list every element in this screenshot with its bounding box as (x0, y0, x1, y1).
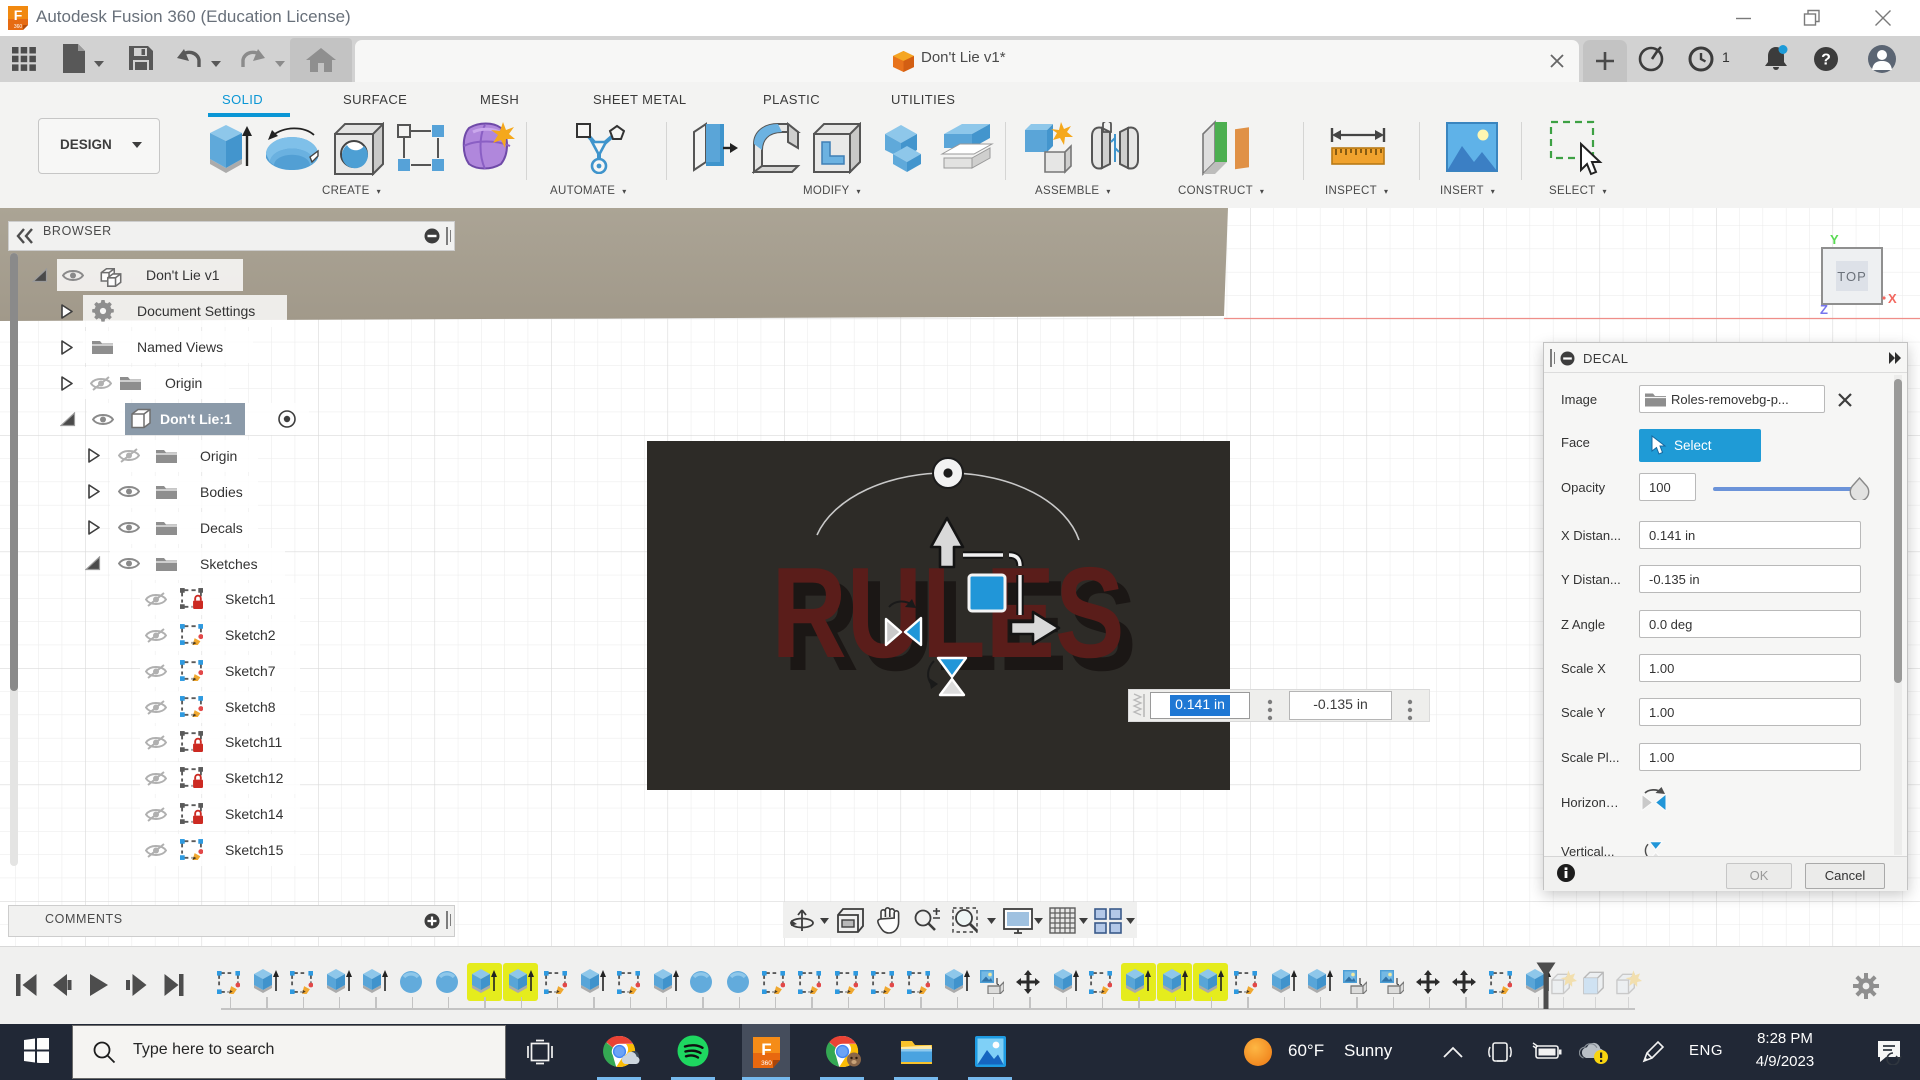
svg-text:?: ? (1821, 52, 1831, 69)
svg-text:F: F (761, 1040, 771, 1059)
svg-text:Y: Y (1830, 232, 1839, 247)
svg-text:F: F (14, 7, 23, 23)
svg-text:X: X (1888, 291, 1897, 306)
svg-text:Z: Z (1820, 302, 1828, 317)
svg-text:360: 360 (761, 1060, 772, 1067)
svg-text:TOP: TOP (1837, 269, 1867, 284)
svg-text:360: 360 (14, 24, 23, 30)
